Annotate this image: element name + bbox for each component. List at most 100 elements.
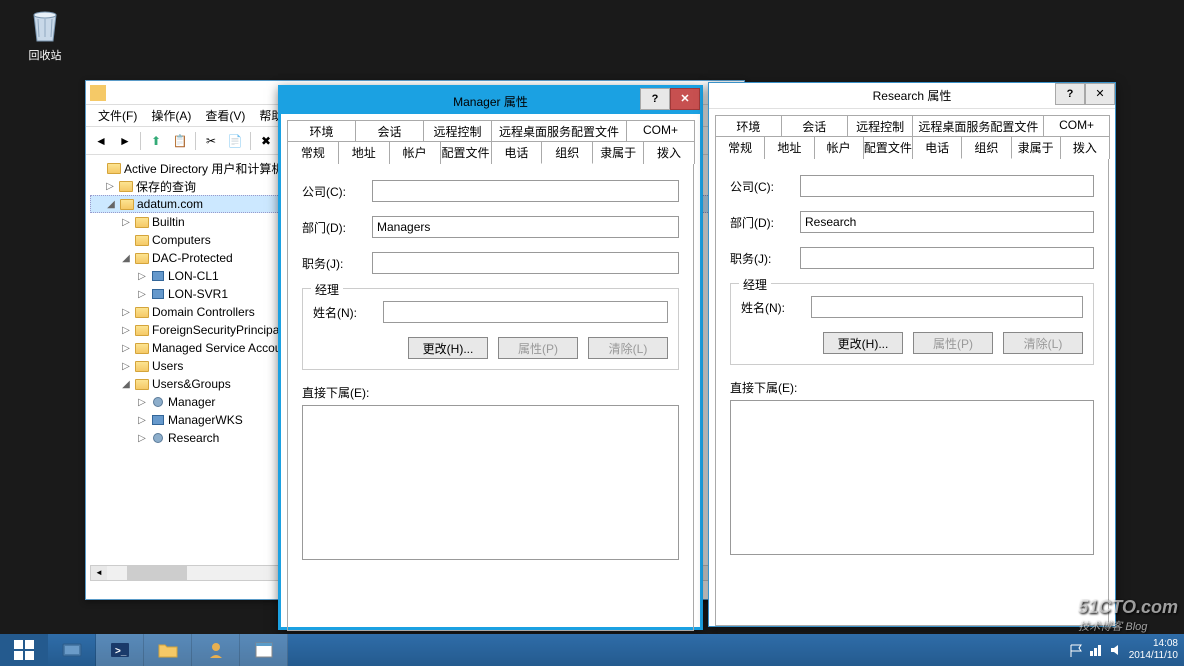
tab-account[interactable]: 帐户: [814, 136, 864, 159]
window-icon: [254, 641, 274, 659]
company-input[interactable]: [800, 175, 1094, 197]
tab-account[interactable]: 帐户: [389, 141, 441, 164]
tab-remote-ctrl[interactable]: 远程控制: [847, 115, 914, 137]
menu-view[interactable]: 查看(V): [199, 105, 251, 126]
dept-label: 部门(D):: [730, 214, 800, 231]
properties-button[interactable]: 📄: [224, 130, 246, 152]
cut-button[interactable]: ✂: [200, 130, 222, 152]
direct-reports-list[interactable]: [302, 405, 679, 560]
company-label: 公司(C):: [730, 178, 800, 195]
tab-general[interactable]: 常规: [715, 136, 765, 159]
nav-fwd-button[interactable]: ►: [114, 130, 136, 152]
folder-icon: [157, 641, 179, 659]
tray-clock[interactable]: 14:08 2014/11/10: [1129, 638, 1178, 662]
tab-session[interactable]: 会话: [355, 120, 424, 142]
tab-com[interactable]: COM+: [626, 120, 695, 142]
tab-env[interactable]: 环境: [287, 120, 356, 142]
help-button[interactable]: ?: [1055, 83, 1085, 105]
flag-icon[interactable]: [1069, 643, 1083, 657]
tab-rds-profile[interactable]: 远程桌面服务配置文件: [491, 120, 627, 142]
name-input[interactable]: [811, 296, 1083, 318]
taskbar-dialog[interactable]: [240, 634, 288, 666]
company-label: 公司(C):: [302, 183, 372, 200]
manager-properties-dialog: Manager 属性 ? ✕ 环境 会话 远程控制 远程桌面服务配置文件 COM…: [278, 85, 703, 630]
properties-button[interactable]: 属性(P): [498, 337, 578, 359]
tab-dialin[interactable]: 拨入: [1060, 136, 1110, 159]
manager-legend: 经理: [311, 281, 343, 298]
tab-com[interactable]: COM+: [1043, 115, 1110, 137]
help-button[interactable]: ?: [640, 88, 670, 110]
recycle-bin-icon: [26, 5, 64, 45]
name-label: 姓名(N):: [741, 299, 811, 316]
tab-session[interactable]: 会话: [781, 115, 848, 137]
taskbar-server-manager[interactable]: [48, 634, 96, 666]
tab-dialin[interactable]: 拨入: [643, 141, 695, 164]
svg-text:>_: >_: [115, 646, 127, 657]
sound-icon[interactable]: [1109, 643, 1123, 657]
tab-phone[interactable]: 电话: [491, 141, 543, 164]
tab-phone[interactable]: 电话: [912, 136, 962, 159]
manager-legend: 经理: [739, 276, 771, 293]
manager-fieldset: 经理 姓名(N): 更改(H)... 属性(P) 清除(L): [302, 288, 679, 370]
manager-dialog-title[interactable]: Manager 属性 ? ✕: [281, 88, 700, 114]
job-label: 职务(J):: [730, 250, 800, 267]
windows-logo-icon: [14, 640, 34, 660]
job-input[interactable]: [372, 252, 679, 274]
delete-button[interactable]: ✖: [255, 130, 277, 152]
change-button[interactable]: 更改(H)...: [408, 337, 488, 359]
tab-address[interactable]: 地址: [338, 141, 390, 164]
research-dialog-title[interactable]: Research 属性 ? ✕: [709, 83, 1115, 109]
dept-input[interactable]: [800, 211, 1094, 233]
nav-back-button[interactable]: ◄: [90, 130, 112, 152]
tab-org[interactable]: 组织: [541, 141, 593, 164]
recycle-bin[interactable]: 回收站: [20, 5, 70, 63]
powershell-icon: >_: [109, 640, 131, 660]
tab-rds-profile[interactable]: 远程桌面服务配置文件: [912, 115, 1044, 137]
reports-label: 直接下属(E):: [302, 384, 679, 401]
system-tray: 14:08 2014/11/10: [1069, 634, 1184, 666]
up-button[interactable]: ⬆: [145, 130, 167, 152]
ad-window-icon: [90, 85, 106, 101]
dept-label: 部门(D):: [302, 219, 372, 236]
reports-label: 直接下属(E):: [730, 379, 1094, 396]
tab-memberof[interactable]: 隶属于: [1011, 136, 1061, 159]
tab-memberof[interactable]: 隶属于: [592, 141, 644, 164]
company-input[interactable]: [372, 180, 679, 202]
tab-env[interactable]: 环境: [715, 115, 782, 137]
clear-button[interactable]: 清除(L): [1003, 332, 1083, 354]
close-button[interactable]: ✕: [1085, 83, 1115, 105]
taskbar: >_ 14:08 2014/11/10: [0, 634, 1184, 666]
menu-file[interactable]: 文件(F): [92, 105, 143, 126]
tab-remote-ctrl[interactable]: 远程控制: [423, 120, 492, 142]
server-manager-icon: [61, 640, 83, 660]
taskbar-powershell[interactable]: >_: [96, 634, 144, 666]
research-properties-dialog: Research 属性 ? ✕ 环境 会话 远程控制 远程桌面服务配置文件 CO…: [708, 82, 1116, 627]
name-label: 姓名(N):: [313, 304, 383, 321]
show-hide-button[interactable]: 📋: [169, 130, 191, 152]
job-label: 职务(J):: [302, 255, 372, 272]
job-input[interactable]: [800, 247, 1094, 269]
manager-fieldset: 经理 姓名(N): 更改(H)... 属性(P) 清除(L): [730, 283, 1094, 365]
recycle-bin-label: 回收站: [20, 47, 70, 63]
scroll-left-button[interactable]: ◄: [91, 566, 107, 580]
tab-general[interactable]: 常规: [287, 141, 339, 164]
scroll-thumb[interactable]: [127, 566, 187, 580]
dept-input[interactable]: [372, 216, 679, 238]
properties-button[interactable]: 属性(P): [913, 332, 993, 354]
taskbar-aduc[interactable]: [192, 634, 240, 666]
clear-button[interactable]: 清除(L): [588, 337, 668, 359]
tab-address[interactable]: 地址: [764, 136, 814, 159]
aduc-icon: [206, 640, 226, 660]
change-button[interactable]: 更改(H)...: [823, 332, 903, 354]
tab-org[interactable]: 组织: [961, 136, 1011, 159]
taskbar-explorer[interactable]: [144, 634, 192, 666]
menu-action[interactable]: 操作(A): [145, 105, 197, 126]
network-icon[interactable]: [1089, 643, 1103, 657]
tab-profile[interactable]: 配置文件: [863, 136, 913, 159]
close-button[interactable]: ✕: [670, 88, 700, 110]
direct-reports-list[interactable]: [730, 400, 1094, 555]
start-button[interactable]: [0, 634, 48, 666]
tab-profile[interactable]: 配置文件: [440, 141, 492, 164]
name-input[interactable]: [383, 301, 668, 323]
org-tab-content: 公司(C): 部门(D): 职务(J): 经理 姓名(N): 更改(H)...: [715, 158, 1109, 626]
